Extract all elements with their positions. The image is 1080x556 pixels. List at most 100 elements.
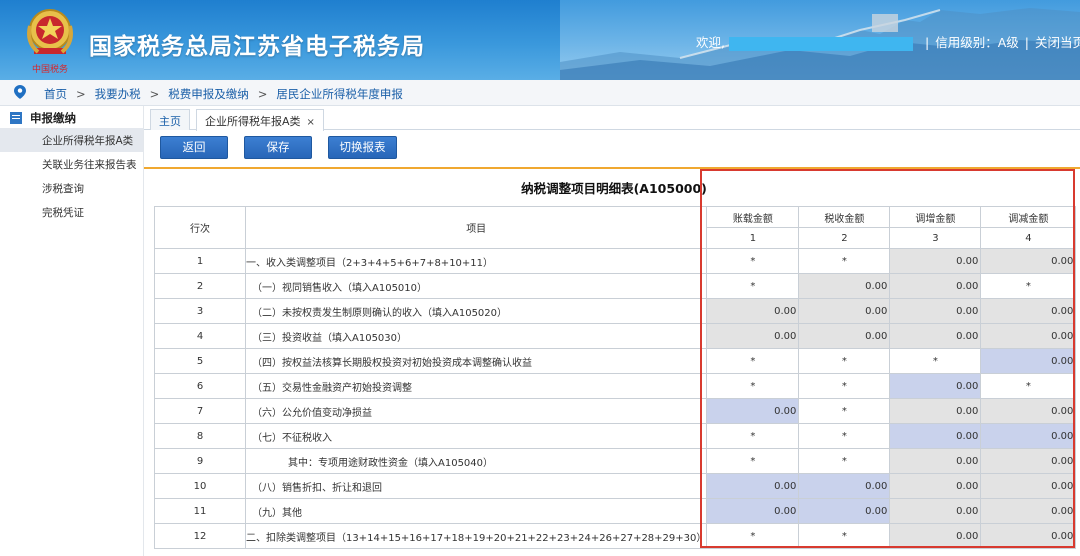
header-increase-amount: 调增金额 (889, 206, 982, 228)
sidebar-group-declaration[interactable]: 申报缴纳 (0, 106, 143, 128)
location-pin-icon (14, 85, 26, 99)
toolbar-divider (144, 167, 1080, 169)
header-col-number: 4 (980, 227, 1077, 249)
amount-cell: 0.00 (889, 248, 982, 274)
item-cell: 二、扣除类调整项目（13+14+15+16+17+18+19+20+21+22+… (244, 523, 708, 549)
line-number-cell: 6 (154, 373, 246, 399)
amount-cell: 0.00 (980, 523, 1077, 549)
table-row: 9 其中：专项用途财政性资金（填入A105040） * * 0.00 0.00 (154, 448, 1077, 474)
table-row: 1 一、收入类调整项目（2+3+4+5+6+7+8+10+11） * * 0.00 0.0… (154, 248, 1077, 274)
not-applicable-cell: * (980, 273, 1077, 299)
tab-bar: 主页 企业所得税年报A类 × (144, 106, 1080, 131)
amount-cell: 0.00 (798, 298, 891, 324)
line-number-cell: 10 (154, 473, 246, 499)
amount-cell: 0.00 (889, 398, 982, 424)
amount-cell: 0.00 (980, 498, 1077, 524)
amount-cell: 0.00 (798, 323, 891, 349)
svg-text:中国税务: 中国税务 (32, 63, 68, 75)
tab-cit-annual-a[interactable]: 企业所得税年报A类 × (196, 109, 324, 131)
site-header: 中国税务 国家税务总局江苏省电子税务局 欢迎, | 信用级别：A级 | 关闭当页 (0, 0, 1080, 80)
item-cell: （一）视同销售收入（填入A105010） (244, 273, 708, 299)
menu-list-icon (10, 112, 22, 124)
item-cell: 一、收入类调整项目（2+3+4+5+6+7+8+10+11） (244, 248, 708, 274)
item-cell: （三）投资收益（填入A105030） (244, 323, 708, 349)
not-applicable-cell: * (706, 423, 800, 449)
amount-cell: 0.00 (706, 298, 800, 324)
sidebar-item-tax-inquiry[interactable]: 涉税查询 (0, 176, 143, 200)
amount-cell: 0.00 (980, 448, 1077, 474)
amount-cell: 0.00 (889, 448, 982, 474)
amount-cell: 0.00 (980, 473, 1077, 499)
amount-cell: 0.00 (706, 323, 800, 349)
breadcrumb-declaration-payment[interactable]: 税费申报及缴纳 (168, 87, 249, 101)
sidebar-item-related-party-report[interactable]: 关联业务往来报告表 (0, 152, 143, 176)
line-number-cell: 7 (154, 398, 246, 424)
back-button[interactable]: 返回 (160, 136, 228, 159)
sidebar-item-tax-certificate[interactable]: 完税凭证 (0, 200, 143, 224)
amount-cell[interactable]: 0.00 (980, 423, 1077, 449)
switch-report-button[interactable]: 切换报表 (328, 136, 397, 159)
item-cell: 其中：专项用途财政性资金（填入A105040） (244, 448, 708, 474)
credit-level-text: 信用级别：A级 (935, 35, 1019, 50)
not-applicable-cell: * (798, 348, 891, 374)
breadcrumb-tax-service[interactable]: 我要办税 (95, 87, 141, 101)
tab-home[interactable]: 主页 (150, 109, 190, 130)
tax-emblem-icon: 中国税务 (27, 9, 73, 75)
amount-cell[interactable]: 0.00 (889, 423, 982, 449)
close-page-link[interactable]: 关闭当页 (1035, 35, 1080, 50)
not-applicable-cell: * (889, 348, 982, 374)
header-col-number: 2 (798, 227, 891, 249)
table-row: 8 （七）不征税收入 * * 0.00 0.00 (154, 423, 1077, 449)
table-row: 10 （八）销售折扣、折让和退回 0.00 0.00 0.00 0.00 (154, 473, 1077, 499)
breadcrumb: 首页 > 我要办税 > 税费申报及缴纳 > 居民企业所得税年度申报 (0, 80, 1080, 106)
amount-cell[interactable]: 0.00 (889, 373, 982, 399)
amount-cell[interactable]: 0.00 (706, 498, 800, 524)
header-tax-amount: 税收金额 (798, 206, 891, 228)
amount-cell: 0.00 (889, 473, 982, 499)
user-bar: 欢迎, | 信用级别：A级 | 关闭当页 (696, 32, 1080, 51)
not-applicable-cell: * (798, 398, 891, 424)
amount-cell: 0.00 (889, 498, 982, 524)
toolbar: 返回 保存 切换报表 (144, 130, 1080, 169)
amount-cell[interactable]: 0.00 (706, 473, 800, 499)
save-button[interactable]: 保存 (244, 136, 312, 159)
sidebar-item-cit-annual-a[interactable]: 企业所得税年报A类 (0, 128, 143, 152)
amount-cell: 0.00 (980, 398, 1077, 424)
amount-cell[interactable]: 0.00 (798, 473, 891, 499)
close-icon[interactable]: × (307, 117, 315, 128)
amount-cell[interactable]: 0.00 (798, 498, 891, 524)
amount-cell: 0.00 (889, 523, 982, 549)
line-number-cell: 5 (154, 348, 246, 374)
header-line-no: 行次 (154, 206, 246, 249)
amount-cell[interactable]: 0.00 (706, 398, 800, 424)
amount-cell: 0.00 (889, 298, 982, 324)
not-applicable-cell: * (706, 273, 800, 299)
not-applicable-cell: * (706, 523, 800, 549)
line-number-cell: 9 (154, 448, 246, 474)
table-row: 12 二、扣除类调整项目（13+14+15+16+17+18+19+20+21+2… (154, 523, 1077, 549)
not-applicable-cell: * (798, 523, 891, 549)
line-number-cell: 4 (154, 323, 246, 349)
username-redacted (728, 36, 913, 51)
line-number-cell: 8 (154, 423, 246, 449)
breadcrumb-home[interactable]: 首页 (44, 87, 67, 101)
sidebar-group-label: 申报缴纳 (30, 111, 76, 125)
amount-cell: 0.00 (980, 298, 1077, 324)
adjustment-detail-table: 行次 项目 账载金额 税收金额 调增金额 调减金额 1 2 3 4 1 一、收入类… (154, 206, 1077, 549)
item-cell: （四）按权益法核算长期股权投资对初始投资成本调整确认收益 (244, 348, 708, 374)
divider: | (924, 35, 930, 50)
sidebar: 申报缴纳 企业所得税年报A类 关联业务往来报告表 涉税查询 完税凭证 (0, 106, 144, 556)
not-applicable-cell: * (706, 248, 800, 274)
header-decrease-amount: 调减金额 (980, 206, 1077, 228)
header-col-number: 3 (889, 227, 982, 249)
amount-cell: 0.00 (980, 248, 1077, 274)
table-body: 1 一、收入类调整项目（2+3+4+5+6+7+8+10+11） * * 0.00 0.0… (154, 248, 1077, 549)
not-applicable-cell: * (706, 448, 800, 474)
breadcrumb-current[interactable]: 居民企业所得税年度申报 (276, 87, 403, 101)
line-number-cell: 12 (154, 523, 246, 549)
table-row: 6 （五）交易性金融资产初始投资调整 * * 0.00 * (154, 373, 1077, 399)
welcome-text: 欢迎, (696, 35, 725, 50)
not-applicable-cell: * (706, 348, 800, 374)
item-cell: （七）不征税收入 (244, 423, 708, 449)
amount-cell[interactable]: 0.00 (980, 348, 1077, 374)
